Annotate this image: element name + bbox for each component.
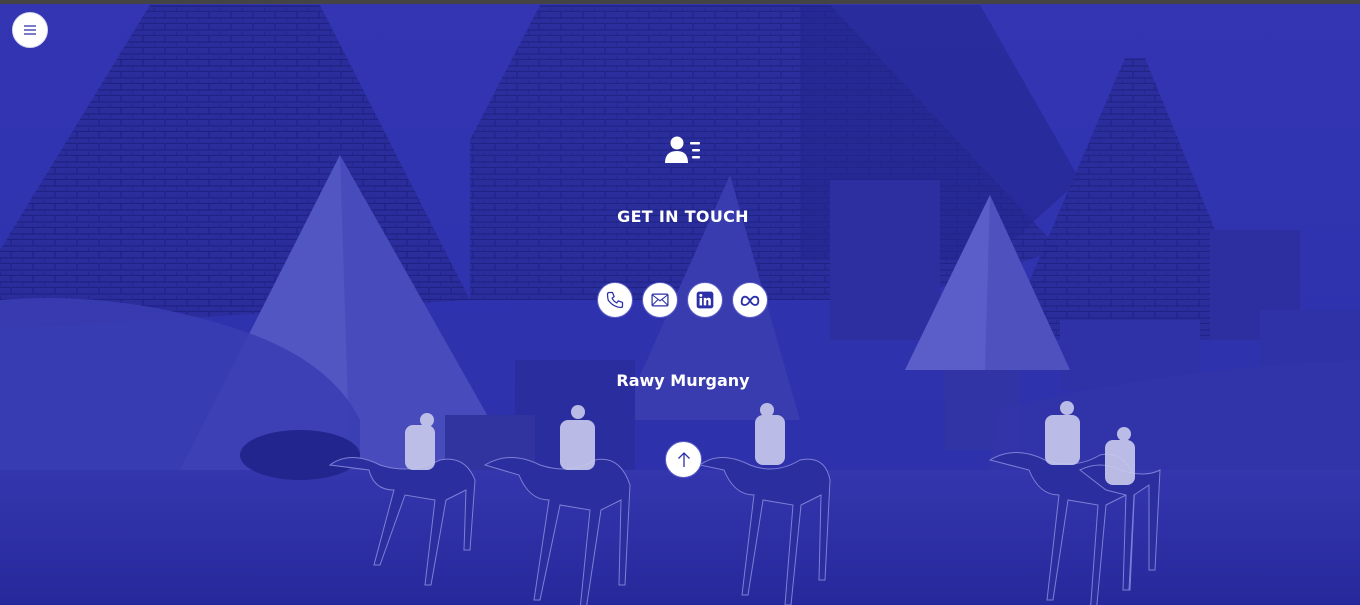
meta-icon	[740, 295, 760, 306]
phone-icon	[606, 291, 624, 309]
hamburger-menu-icon	[24, 25, 36, 35]
browser-top-strip	[0, 0, 1360, 4]
menu-button[interactable]	[12, 12, 48, 48]
social-links	[597, 282, 773, 320]
meta-link[interactable]	[732, 282, 768, 318]
phone-link[interactable]	[597, 282, 633, 318]
email-link[interactable]	[642, 282, 678, 318]
arrow-up-icon	[677, 451, 690, 467]
linkedin-icon	[696, 291, 714, 309]
contact-section: GET IN TOUCH Rawy Murgany	[0, 0, 1360, 605]
contact-card-icon	[665, 136, 700, 163]
contact-content: GET IN TOUCH Rawy Murgany	[0, 0, 1360, 605]
section-heading: GET IN TOUCH	[617, 207, 749, 226]
envelope-icon	[651, 293, 669, 307]
back-to-top-button[interactable]	[665, 441, 702, 478]
linkedin-link[interactable]	[687, 282, 723, 318]
author-name: Rawy Murgany	[616, 371, 750, 390]
